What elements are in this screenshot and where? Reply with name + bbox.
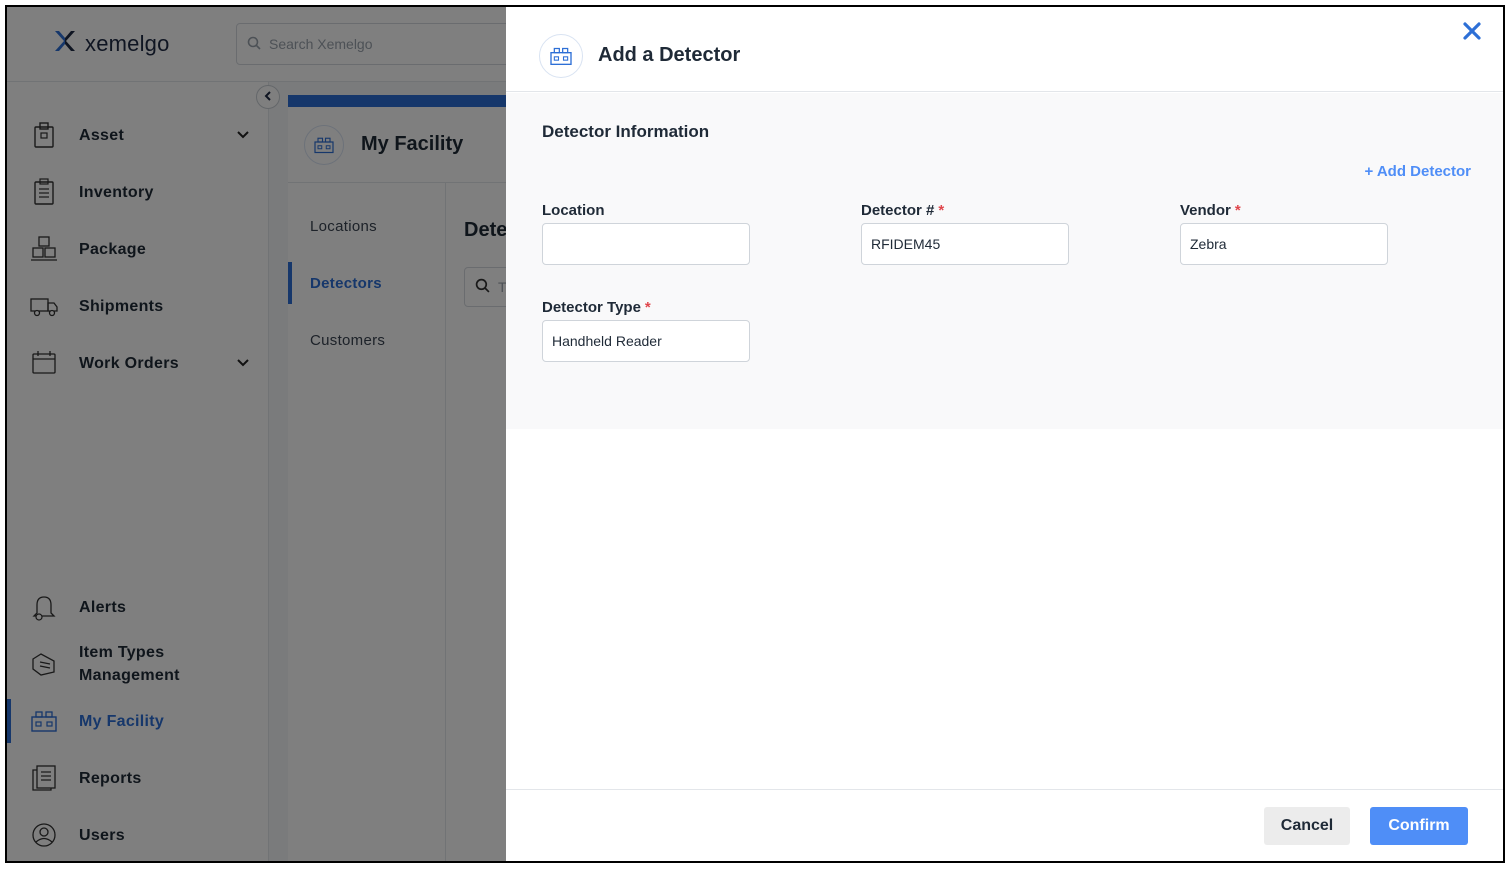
vendor-label: Vendor *: [1180, 202, 1241, 219]
required-marker: *: [1234, 202, 1241, 219]
close-icon: [1463, 21, 1481, 45]
close-button[interactable]: [1460, 21, 1484, 45]
required-marker: *: [644, 299, 651, 316]
section-title: Detector Information: [542, 122, 710, 141]
cancel-button[interactable]: Cancel: [1264, 807, 1350, 845]
detector-type-field: Detector Type *: [542, 298, 750, 362]
detector-type-label: Detector Type *: [542, 299, 651, 316]
required-marker: *: [938, 202, 945, 219]
location-field: Location: [542, 201, 750, 265]
detector-number-input[interactable]: [861, 223, 1069, 265]
location-label: Location: [542, 202, 605, 219]
confirm-button[interactable]: Confirm: [1370, 807, 1468, 845]
detector-icon: [539, 34, 583, 78]
location-input[interactable]: [542, 223, 750, 265]
detector-number-label: Detector # *: [861, 202, 945, 219]
modal-title: Add a Detector: [598, 44, 741, 66]
vendor-field: Vendor *: [1180, 201, 1388, 265]
detector-number-field: Detector # *: [861, 201, 1069, 265]
modal-footer: Cancel Confirm: [506, 789, 1503, 861]
vendor-input[interactable]: [1180, 223, 1388, 265]
add-detector-modal: Add a Detector Detector Information + Ad…: [506, 7, 1503, 861]
add-detector-link[interactable]: + Add Detector: [1364, 163, 1471, 180]
app-window: xemelgo Search Xemelgo Asset Inventory: [5, 5, 1505, 863]
detector-information-section: Detector Information + Add Detector Loca…: [506, 93, 1503, 429]
modal-header: Add a Detector: [506, 7, 1503, 92]
detector-type-input[interactable]: [542, 320, 750, 362]
